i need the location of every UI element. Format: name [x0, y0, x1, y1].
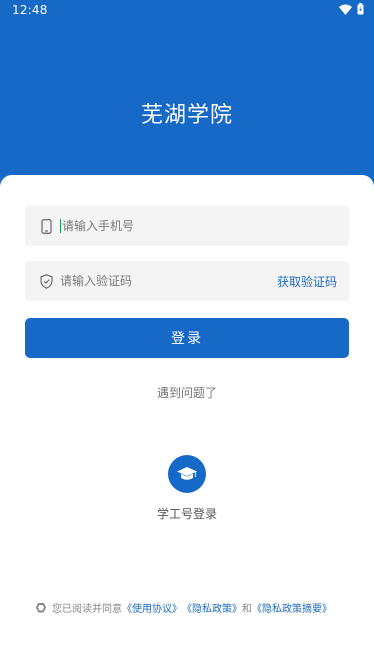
phone-field[interactable] [25, 206, 349, 246]
agreement-prefix: 您已阅读并同意 [52, 604, 122, 615]
student-id-login[interactable]: 学工号登录 [0, 455, 374, 522]
agree-checkbox[interactable] [36, 602, 46, 613]
login-button[interactable]: 登录 [25, 318, 349, 358]
code-field[interactable]: 获取验证码 [25, 261, 349, 301]
terms-link[interactable]: 《使用协议》 [122, 600, 182, 615]
app-title: 芜湖学院 [140, 103, 233, 128]
status-icons [339, 3, 364, 18]
agreement-row: 您已阅读并同意 《使用协议》 《隐私政策》 和 《隐私政策摘要》 [36, 600, 332, 615]
code-input[interactable] [60, 261, 277, 301]
privacy-summary-link[interactable]: 《隐私政策摘要》 [252, 600, 332, 615]
text-cursor [60, 219, 61, 233]
privacy-link[interactable]: 《隐私政策》 [182, 600, 242, 615]
status-time: 12:48 [12, 3, 48, 17]
wifi-icon [339, 4, 352, 18]
phone-icon [38, 218, 54, 234]
student-id-login-label: 学工号登录 [156, 507, 217, 521]
graduation-cap-icon[interactable] [168, 455, 206, 493]
phone-input[interactable] [62, 206, 349, 246]
login-card: 获取验证码 登录 遇到问题了 学工号登录 您已阅读并同意 《使用协议》 《隐私政… [0, 175, 374, 666]
battery-icon [357, 3, 364, 18]
trouble-link[interactable]: 遇到问题了 [0, 384, 374, 401]
agreement-conjunction: 和 [242, 604, 252, 615]
shield-check-icon [38, 273, 54, 289]
get-code-button[interactable]: 获取验证码 [277, 273, 337, 290]
status-bar: 12:48 [0, 0, 374, 20]
